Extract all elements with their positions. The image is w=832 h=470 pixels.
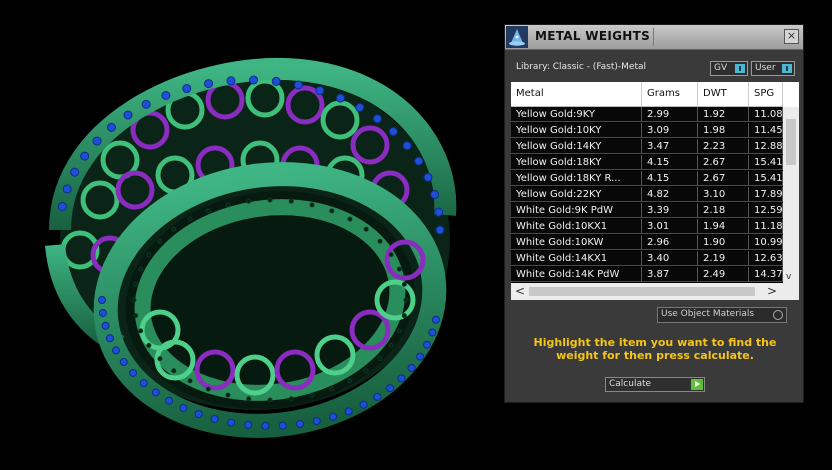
table-row[interactable]: Yellow Gold:9KY 2.99 1.92 11.08 [511, 107, 783, 123]
table-row[interactable]: White Gold:14K PdW 3.87 2.49 14.37 [511, 267, 783, 283]
scroll-left-icon[interactable]: < [515, 284, 525, 298]
cell-metal: Yellow Gold:10KY [511, 123, 642, 138]
cell-grams: 3.87 [642, 267, 698, 282]
cell-dwt: 2.19 [698, 251, 749, 266]
panel-title: METAL WEIGHTS [535, 29, 651, 43]
table-row[interactable]: White Gold:10KW 2.96 1.90 10.99 [511, 235, 783, 251]
cell-metal: White Gold:14KX1 [511, 251, 642, 266]
cell-dwt: 2.18 [698, 203, 749, 218]
cell-metal: Yellow Gold:9KY [511, 107, 642, 122]
user-toggle-indicator-icon [782, 64, 792, 73]
column-header-grams[interactable]: Grams [642, 82, 698, 106]
cell-spg: 11.08 [749, 107, 783, 122]
calculate-label: Calculate [609, 379, 652, 389]
cell-grams: 3.09 [642, 123, 698, 138]
cell-grams: 2.99 [642, 107, 698, 122]
horizontal-scroll-thumb[interactable] [529, 287, 755, 296]
table-body: Yellow Gold:9KY 2.99 1.92 11.08 Yellow Gold:… [511, 107, 783, 283]
column-header-spg[interactable]: SPG [749, 82, 783, 106]
cell-spg: 10.99 [749, 235, 783, 250]
column-header-metal[interactable]: Metal [511, 82, 642, 106]
play-arrow-icon [691, 379, 703, 390]
calculate-button[interactable]: Calculate [605, 377, 705, 392]
instruction-text: Highlight the item you want to find the … [533, 336, 777, 362]
cell-spg: 12.88 [749, 139, 783, 154]
table-row[interactable]: Yellow Gold:14KY 3.47 2.23 12.88 [511, 139, 783, 155]
table-row[interactable]: White Gold:9K PdW 3.39 2.18 12.59 [511, 203, 783, 219]
cell-grams: 3.40 [642, 251, 698, 266]
gv-toggle-indicator-icon [735, 64, 745, 73]
scrollbar-corner [783, 283, 799, 300]
metal-table: Metal Grams DWT SPG Yellow Gold:9KY 2.99 1… [511, 82, 799, 300]
gv-toggle-label: GV [714, 63, 728, 73]
cell-dwt: 1.98 [698, 123, 749, 138]
library-label: Library: Classic - (Fast)-Metal [516, 62, 647, 72]
cell-grams: 4.82 [642, 187, 698, 202]
cell-dwt: 2.67 [698, 171, 749, 186]
ring-image [45, 58, 457, 438]
vertical-scrollbar[interactable]: v [783, 107, 799, 283]
close-icon: × [786, 29, 797, 42]
table-header: Metal Grams DWT SPG [511, 82, 783, 107]
cell-spg: 14.37 [749, 267, 783, 282]
scroll-right-icon[interactable]: > [767, 284, 777, 298]
ring-render-viewport[interactable] [0, 0, 500, 470]
metal-weights-panel: METAL WEIGHTS × Library: Classic - (Fast… [504, 24, 804, 403]
cell-metal: Yellow Gold:18KY [511, 155, 642, 170]
cell-spg: 15.41 [749, 155, 783, 170]
title-bar[interactable]: METAL WEIGHTS × [505, 25, 803, 50]
cell-dwt: 2.67 [698, 155, 749, 170]
cell-spg: 11.45 [749, 123, 783, 138]
gv-toggle[interactable]: GV [710, 61, 748, 76]
cell-spg: 17.89 [749, 187, 783, 202]
cell-metal: White Gold:14K PdW [511, 267, 642, 282]
cell-dwt: 1.90 [698, 235, 749, 250]
user-toggle-label: User [755, 63, 776, 73]
table-row[interactable]: Yellow Gold:18KY 4.15 2.67 15.41 [511, 155, 783, 171]
wizard-hat-icon [506, 26, 528, 48]
cell-metal: Yellow Gold:18KY R... [511, 171, 642, 186]
cell-spg: 12.59 [749, 203, 783, 218]
cell-spg: 11.18 [749, 219, 783, 234]
cell-grams: 3.39 [642, 203, 698, 218]
use-object-materials-label: Use Object Materials [661, 309, 755, 319]
table-row[interactable]: Yellow Gold:10KY 3.09 1.98 11.45 [511, 123, 783, 139]
cell-grams: 3.01 [642, 219, 698, 234]
cell-dwt: 2.49 [698, 267, 749, 282]
column-header-dwt[interactable]: DWT [698, 82, 749, 106]
cell-spg: 12.63 [749, 251, 783, 266]
cell-spg: 15.41 [749, 171, 783, 186]
cell-grams: 4.15 [642, 155, 698, 170]
radio-icon[interactable] [773, 310, 783, 320]
table-row[interactable]: Yellow Gold:22KY 4.82 3.10 17.89 [511, 187, 783, 203]
use-object-materials-option[interactable]: Use Object Materials [657, 307, 787, 323]
table-row[interactable]: White Gold:10KX1 3.01 1.94 11.18 [511, 219, 783, 235]
cell-grams: 4.15 [642, 171, 698, 186]
vertical-scroll-thumb[interactable] [786, 119, 796, 165]
user-toggle[interactable]: User [751, 61, 795, 76]
title-divider [653, 28, 654, 46]
scroll-down-icon[interactable]: v [786, 272, 791, 282]
close-button[interactable]: × [784, 29, 799, 44]
cell-dwt: 1.92 [698, 107, 749, 122]
cell-dwt: 1.94 [698, 219, 749, 234]
horizontal-scrollbar[interactable]: < > [511, 283, 783, 300]
table-row[interactable]: White Gold:14KX1 3.40 2.19 12.63 [511, 251, 783, 267]
cell-metal: Yellow Gold:22KY [511, 187, 642, 202]
cell-metal: White Gold:9K PdW [511, 203, 642, 218]
table-row[interactable]: Yellow Gold:18KY R... 4.15 2.67 15.41 [511, 171, 783, 187]
cell-dwt: 3.10 [698, 187, 749, 202]
cell-metal: White Gold:10KX1 [511, 219, 642, 234]
cell-grams: 2.96 [642, 235, 698, 250]
cell-grams: 3.47 [642, 139, 698, 154]
cell-metal: White Gold:10KW [511, 235, 642, 250]
cell-dwt: 2.23 [698, 139, 749, 154]
cell-metal: Yellow Gold:14KY [511, 139, 642, 154]
